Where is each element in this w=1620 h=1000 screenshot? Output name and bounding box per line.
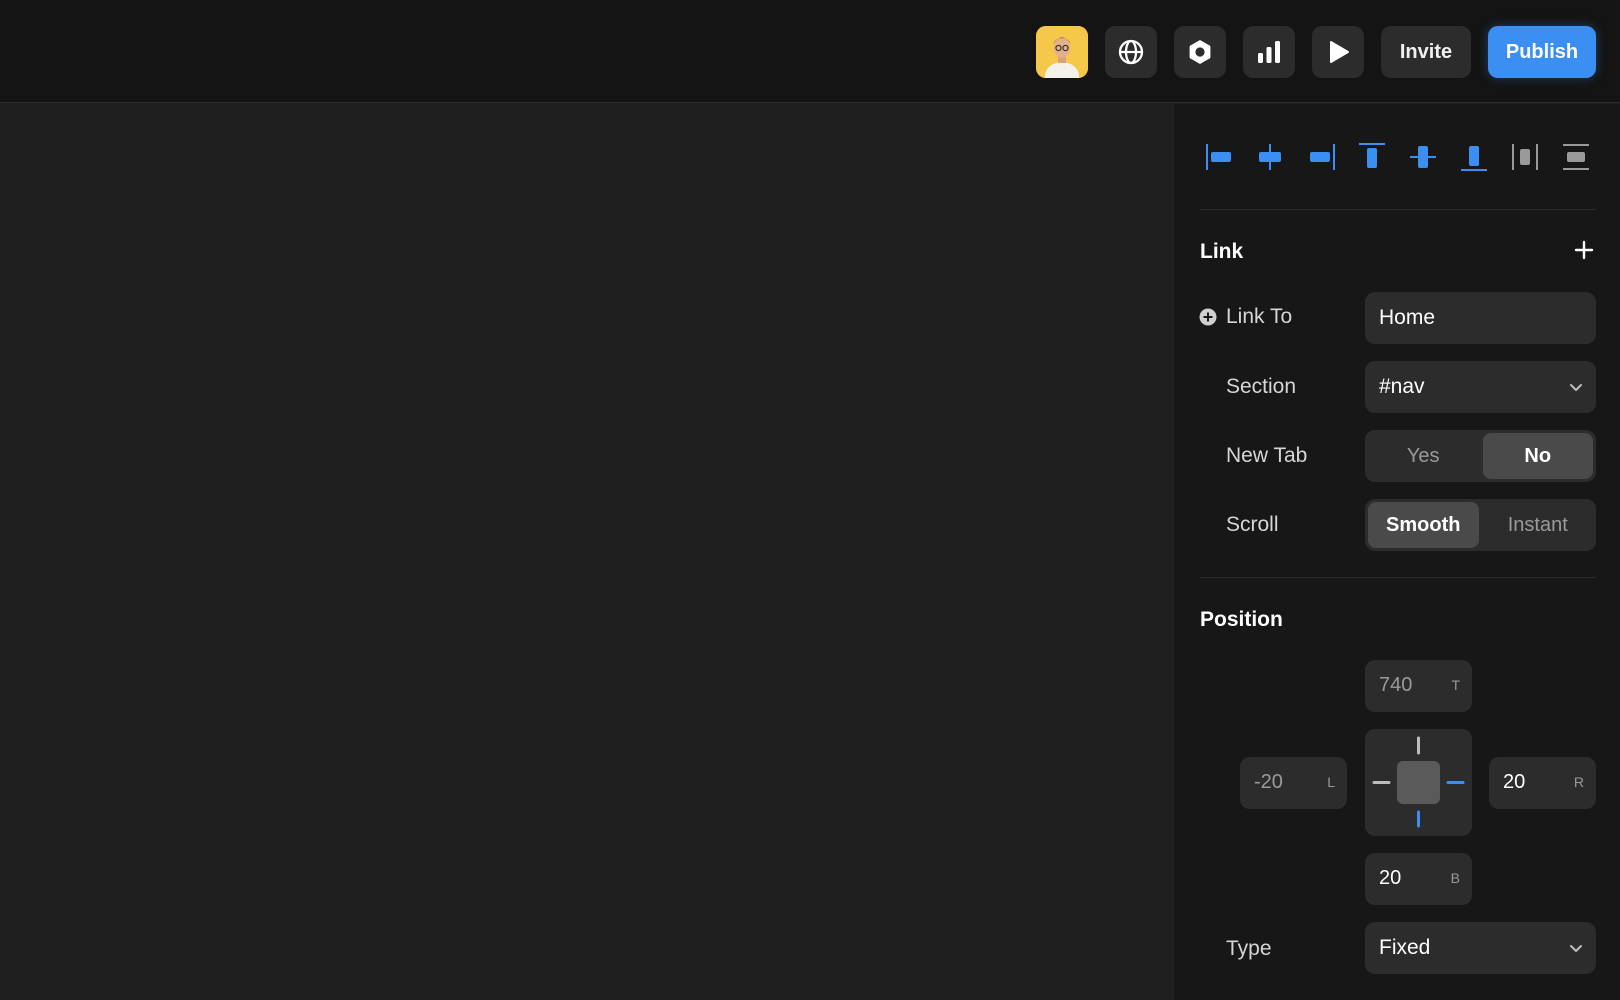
position-constraint-widget[interactable] [1365, 729, 1472, 836]
position-top-tag: T [1451, 677, 1460, 693]
bar-chart-icon [1258, 41, 1280, 63]
section-value: #nav [1379, 375, 1425, 398]
avatar-image [1036, 26, 1088, 78]
hexagon-settings-icon [1189, 40, 1211, 64]
constraint-diagram [1372, 736, 1465, 828]
link-to-field[interactable]: Home [1365, 292, 1596, 344]
scroll-smooth-option[interactable]: Smooth [1368, 502, 1479, 548]
globe-button[interactable] [1105, 26, 1157, 78]
position-left-input[interactable]: -20 L [1240, 757, 1347, 809]
align-right-icon[interactable] [1304, 140, 1338, 174]
constraint-element-box [1397, 761, 1440, 804]
scroll-toggle: Smooth Instant [1365, 499, 1596, 551]
invite-label: Invite [1399, 40, 1453, 63]
section-select[interactable]: #nav [1365, 361, 1596, 413]
add-link-icon[interactable] [1572, 238, 1596, 262]
position-right-value: 20 [1503, 771, 1526, 793]
align-horizontal-center-icon[interactable] [1253, 140, 1287, 174]
panel-divider [1200, 209, 1596, 210]
new-tab-label: New Tab [1226, 444, 1308, 467]
type-label: Type [1226, 937, 1272, 960]
position-bottom-value: 20 [1379, 867, 1402, 889]
design-canvas[interactable] [0, 104, 1173, 1000]
panel-divider [1200, 577, 1596, 578]
link-to-value: Home [1379, 306, 1436, 329]
preview-button[interactable] [1312, 26, 1364, 78]
section-label: Section [1226, 375, 1297, 398]
scroll-label: Scroll [1226, 513, 1279, 536]
link-to-label: Link To [1226, 305, 1293, 328]
align-top-icon[interactable] [1355, 140, 1389, 174]
position-type-select[interactable]: Fixed [1365, 922, 1596, 974]
position-top-input[interactable]: 740 T [1365, 660, 1472, 712]
align-vertical-center-icon[interactable] [1406, 140, 1440, 174]
add-circle-icon[interactable] [1199, 308, 1217, 326]
position-left-tag: L [1327, 774, 1335, 790]
position-left-value: -20 [1254, 771, 1283, 793]
new-tab-toggle: Yes No [1365, 430, 1596, 482]
position-bottom-tag: B [1450, 870, 1460, 886]
position-right-input[interactable]: 20 R [1489, 757, 1596, 809]
position-section-title: Position [1200, 608, 1283, 631]
position-bottom-input[interactable]: 20 B [1365, 853, 1472, 905]
top-toolbar: Invite Publish [0, 0, 1620, 103]
link-section-title: Link [1200, 240, 1244, 263]
chevron-down-icon [1570, 945, 1582, 952]
avatar[interactable] [1036, 26, 1088, 78]
align-left-icon[interactable] [1203, 140, 1237, 174]
new-tab-yes-option[interactable]: Yes [1368, 433, 1479, 479]
chevron-down-icon [1570, 384, 1582, 391]
position-type-value: Fixed [1379, 936, 1431, 959]
globe-icon [1118, 39, 1144, 65]
play-icon [1330, 41, 1349, 63]
new-tab-no-option[interactable]: No [1482, 433, 1593, 479]
position-top-value: 740 [1379, 674, 1413, 696]
analytics-button[interactable] [1243, 26, 1295, 78]
publish-button[interactable]: Publish [1488, 26, 1596, 78]
distribute-horizontal-icon[interactable] [1508, 140, 1542, 174]
publish-label: Publish [1505, 40, 1579, 63]
settings-button[interactable] [1174, 26, 1226, 78]
invite-button[interactable]: Invite [1381, 26, 1471, 78]
position-right-tag: R [1573, 774, 1584, 790]
distribute-vertical-icon[interactable] [1559, 140, 1593, 174]
align-bottom-icon[interactable] [1457, 140, 1491, 174]
scroll-instant-option[interactable]: Instant [1483, 502, 1594, 548]
